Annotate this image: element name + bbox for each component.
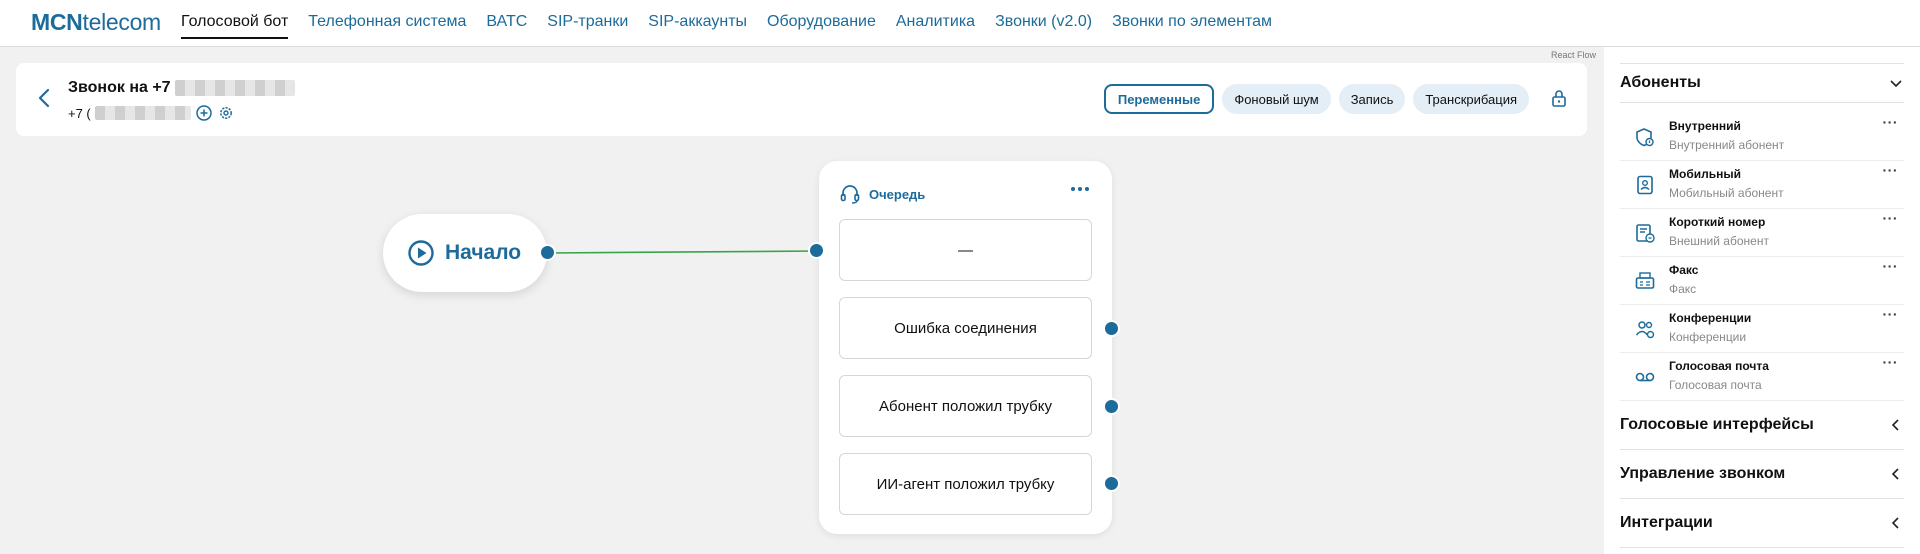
call-header-card: Звонок на +7 +7 ( Переменные Фоновый шум… [16, 63, 1587, 136]
section-subscribers-title: Абоненты [1620, 74, 1701, 91]
start-node-label: Начало [445, 241, 522, 264]
logo[interactable]: MCNtelecom [31, 9, 161, 36]
redacted-number [94, 106, 191, 120]
chevron-left-icon [1891, 468, 1899, 480]
logo-bold: MCN [31, 9, 83, 35]
nav-sip-trunks[interactable]: SIP-транки [547, 13, 628, 39]
call-title-text: Звонок на +7 [68, 79, 171, 96]
element-title: Факс [1669, 263, 1699, 277]
nav-voice-bot[interactable]: Голосовой бот [181, 13, 289, 39]
call-title: Звонок на +7 [68, 79, 296, 97]
play-circle-icon [408, 240, 434, 266]
internal-subscriber-icon [1636, 128, 1654, 147]
element-mobile[interactable]: Мобильный Мобильный абонент ··· [1620, 161, 1904, 209]
chevron-left-icon [1891, 419, 1899, 431]
section-integrations[interactable]: Интеграции [1620, 499, 1904, 548]
element-conference[interactable]: Конференции Конференции ··· [1620, 305, 1904, 353]
nav-analytics[interactable]: Аналитика [896, 13, 975, 39]
lock-icon[interactable] [1549, 87, 1569, 109]
element-subtitle: Внешний абонент [1669, 234, 1769, 248]
voicemail-icon [1635, 372, 1655, 382]
more-options-icon[interactable] [1068, 179, 1092, 199]
call-number-text: +7 ( [68, 105, 91, 121]
section-integrations-title: Интеграции [1620, 514, 1713, 531]
element-title: Короткий номер [1669, 215, 1766, 229]
add-circle-icon[interactable] [195, 104, 213, 122]
logo-rest: telecom [82, 9, 161, 35]
conference-icon [1635, 321, 1655, 339]
element-title: Внутренний [1669, 119, 1741, 133]
element-more-button[interactable]: ··· [1883, 210, 1899, 226]
nav-calls-by-element[interactable]: Звонки по элементам [1112, 13, 1272, 39]
element-internal[interactable]: Внутренний Внутренний абонент ··· [1620, 113, 1904, 161]
element-more-button[interactable]: ··· [1883, 162, 1899, 178]
element-more-button[interactable]: ··· [1883, 354, 1899, 370]
queue-outcome-connection-error[interactable]: Ошибка соединения [839, 297, 1092, 359]
chevron-down-icon [1890, 80, 1902, 88]
section-voice-interfaces[interactable]: Голосовые интерфейсы [1620, 401, 1904, 450]
main-nav: Голосовой бот Телефонная система ВАТС SI… [181, 13, 1272, 39]
nav-equipment[interactable]: Оборудование [767, 13, 876, 39]
element-subtitle: Голосовая почта [1669, 378, 1762, 392]
mobile-subscriber-icon [1637, 175, 1653, 195]
subscriber-hung-up-handle[interactable] [1103, 398, 1120, 415]
element-short-number[interactable]: Короткий номер Внешний абонент ··· [1620, 209, 1904, 257]
nav-vats[interactable]: ВАТС [486, 13, 527, 39]
section-call-control[interactable]: Управление звонком [1620, 450, 1904, 499]
element-title: Голосовая почта [1669, 359, 1769, 373]
section-call-control-title: Управление звонком [1620, 465, 1786, 482]
section-voice-interfaces-title: Голосовые интерфейсы [1620, 416, 1814, 433]
headset-icon [840, 185, 860, 204]
element-subtitle: Мобильный абонент [1669, 186, 1784, 200]
element-fax[interactable]: Факс Факс ··· [1620, 257, 1904, 305]
react-flow-attribution[interactable]: React Flow [1551, 50, 1596, 60]
element-subtitle: Внутренний абонент [1669, 138, 1785, 152]
queue-input-handle[interactable] [808, 242, 825, 259]
queue-header: Очередь [839, 183, 925, 205]
ai-agent-hung-up-handle[interactable] [1103, 475, 1120, 492]
queue-input-item[interactable]: — [839, 219, 1092, 281]
nav-calls-v2[interactable]: Звонки (v2.0) [995, 13, 1092, 39]
element-more-button[interactable]: ··· [1883, 114, 1899, 130]
section-subscribers[interactable]: Абоненты [1620, 63, 1904, 103]
elements-sidebar: Абоненты Внутренний Внутренний абонент ·… [1604, 47, 1920, 554]
redacted-number [175, 79, 296, 96]
connection-error-handle[interactable] [1103, 320, 1120, 337]
gear-icon[interactable] [217, 104, 235, 122]
element-subtitle: Факс [1669, 282, 1697, 296]
element-title: Мобильный [1669, 167, 1741, 181]
record-button[interactable]: Запись [1338, 84, 1406, 114]
top-navigation-bar: MCNtelecom Голосовой бот Телефонная сист… [0, 0, 1920, 47]
chevron-left-icon [1891, 517, 1899, 529]
transcription-button[interactable]: Транскрибация [1413, 84, 1529, 114]
call-number-row: +7 ( [68, 104, 235, 122]
start-output-handle[interactable] [539, 244, 556, 261]
nav-phone-system[interactable]: Телефонная система [308, 13, 466, 39]
background-noise-button[interactable]: Фоновый шум [1222, 84, 1331, 114]
queue-outcome-subscriber-hung-up[interactable]: Абонент положил трубку [839, 375, 1092, 437]
call-actions: Переменные Фоновый шум Запись Транскриба… [1103, 84, 1529, 114]
element-subtitle: Конференции [1669, 330, 1747, 344]
element-title: Конференции [1669, 311, 1752, 325]
nav-sip-accounts[interactable]: SIP-аккаунты [648, 13, 747, 39]
queue-outcome-ai-agent-hung-up[interactable]: ИИ-агент положил трубку [839, 453, 1092, 515]
short-number-icon [1636, 224, 1655, 243]
variables-button[interactable]: Переменные [1103, 84, 1215, 114]
fax-icon [1635, 272, 1655, 289]
element-more-button[interactable]: ··· [1883, 306, 1899, 322]
back-arrow-icon[interactable] [34, 85, 56, 111]
queue-title: Очередь [869, 186, 926, 202]
element-voicemail[interactable]: Голосовая почта Голосовая почта ··· [1620, 353, 1904, 401]
start-node[interactable]: Начало [383, 214, 547, 292]
queue-node[interactable]: Очередь — Ошибка соединения Абонент поло… [819, 161, 1112, 534]
element-more-button[interactable]: ··· [1883, 258, 1899, 274]
